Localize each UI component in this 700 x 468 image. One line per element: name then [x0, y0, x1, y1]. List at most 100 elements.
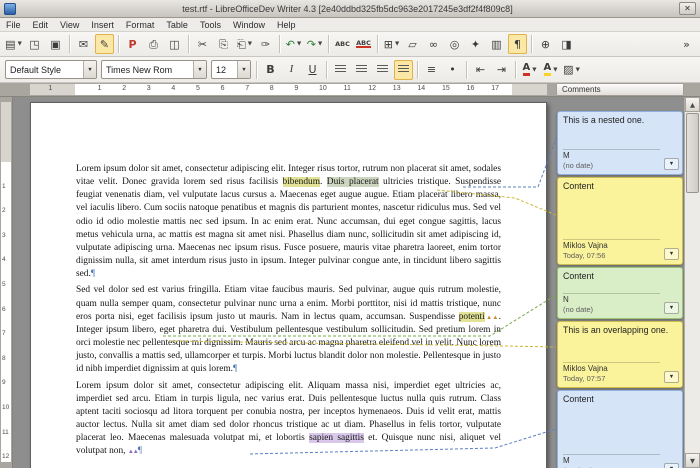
save-button[interactable]: ▣: [46, 34, 65, 54]
redo-button[interactable]: ↷▼: [305, 34, 324, 54]
chevron-down-icon[interactable]: ▼: [395, 41, 399, 47]
chevron-down-icon[interactable]: ▼: [248, 41, 252, 47]
chevron-down-icon[interactable]: ▼: [532, 67, 536, 73]
comment-anchor-marker[interactable]: ▲▲: [128, 449, 138, 455]
zoom-button[interactable]: ⊕: [536, 34, 555, 54]
gallery-button[interactable]: ▥: [487, 34, 506, 54]
font-size-combo[interactable]: 12 ▼: [211, 60, 251, 79]
comment-text[interactable]: This is a nested one.: [563, 115, 677, 125]
show-draw-functions-button[interactable]: ▱: [403, 34, 422, 54]
undo-button[interactable]: ↶▼: [284, 34, 303, 54]
find-and-replace-icon: ◎: [450, 39, 460, 50]
chevron-down-icon[interactable]: ▼: [318, 41, 322, 47]
highlighting-color-button[interactable]: A▼: [541, 60, 560, 80]
bullet-list-button[interactable]: •: [443, 60, 462, 80]
align-right-button[interactable]: [373, 60, 392, 80]
comment-text[interactable]: Content: [563, 271, 677, 281]
cut-button[interactable]: ✂: [193, 34, 212, 54]
comment-anchor-highlight[interactable]: potenti: [459, 312, 485, 322]
numbered-list-button[interactable]: ≡: [422, 60, 441, 80]
comment-anchor-highlight[interactable]: Duis placerat: [327, 177, 379, 187]
comment-box[interactable]: This is an overlapping one.Miklos VajnaT…: [557, 321, 683, 388]
chevron-down-icon[interactable]: ▼: [237, 61, 250, 78]
toolbar-overflow-button[interactable]: »: [677, 34, 696, 54]
hyperlink-button[interactable]: ∞: [424, 34, 443, 54]
menu-view[interactable]: View: [54, 18, 85, 31]
comment-menu-button[interactable]: ▼: [664, 463, 679, 468]
comment-box[interactable]: ContentM(no date)▼: [557, 390, 683, 468]
menu-file[interactable]: File: [0, 18, 27, 31]
underline-button[interactable]: U: [303, 60, 322, 80]
comment-menu-button[interactable]: ▼: [664, 248, 679, 260]
new-document-button[interactable]: ▤▼: [4, 34, 23, 54]
comment-text[interactable]: This is an overlapping one.: [563, 325, 677, 335]
increase-indent-button[interactable]: ⇥: [492, 60, 511, 80]
comment-anchor-highlight[interactable]: sapien sagittis: [309, 433, 364, 443]
ruler-number: 10: [2, 404, 9, 411]
comments-toggle-button[interactable]: Comments: [556, 83, 684, 96]
export-pdf-button[interactable]: P: [123, 34, 142, 54]
scrollbar-thumb[interactable]: [686, 113, 699, 193]
chevron-down-icon[interactable]: ▼: [18, 41, 22, 47]
document-text[interactable]: Lorem ipsum dolor sit amet, consectetur …: [31, 103, 546, 458]
clone-formatting-button[interactable]: ✑: [256, 34, 275, 54]
menu-help[interactable]: Help: [271, 18, 302, 31]
comment-box[interactable]: ContentMiklos VajnaToday, 07:56▼: [557, 177, 683, 265]
align-justify-button[interactable]: [394, 60, 413, 80]
comment-anchor-highlight[interactable]: bibendum: [283, 177, 321, 187]
background-color-button[interactable]: ▨▼: [562, 60, 581, 80]
toolbar-separator: [69, 35, 70, 53]
print-button[interactable]: ⎙: [144, 34, 163, 54]
align-center-button[interactable]: [352, 60, 371, 80]
auto-spellcheck-button[interactable]: ABC: [354, 34, 373, 54]
insert-table-button[interactable]: ⊞▼: [382, 34, 401, 54]
spelling-button[interactable]: ABC: [333, 34, 352, 54]
vertical-scrollbar[interactable]: ▲ ▼: [684, 97, 700, 468]
comment-menu-button[interactable]: ▼: [664, 158, 679, 170]
menu-table[interactable]: Table: [160, 18, 194, 31]
edit-mode-button[interactable]: ✎: [95, 34, 114, 54]
chevron-down-icon[interactable]: ▼: [576, 67, 580, 73]
decrease-indent-button[interactable]: ⇤: [471, 60, 490, 80]
chevron-down-icon[interactable]: ▼: [193, 61, 206, 78]
paragraph[interactable]: Sed vel dolor sed est varius fringilla. …: [76, 284, 501, 376]
paragraph-style-combo[interactable]: Default Style ▼: [5, 60, 97, 79]
paragraph[interactable]: Lorem ipsum dolor sit amet, consectetur …: [76, 163, 501, 281]
close-button[interactable]: ✕: [679, 2, 696, 15]
horizontal-ruler[interactable]: 12345678910111213141516171 Comments: [0, 83, 700, 97]
page[interactable]: Lorem ipsum dolor sit amet, consectetur …: [30, 102, 547, 468]
align-left-button[interactable]: [331, 60, 350, 80]
chevron-down-icon[interactable]: ▼: [297, 41, 301, 47]
font-color-button[interactable]: A▼: [520, 60, 539, 80]
comment-box[interactable]: ContentN(no date)▼: [557, 267, 683, 319]
open-button[interactable]: ◳: [25, 34, 44, 54]
navigator-button[interactable]: ✦: [466, 34, 485, 54]
comment-menu-button[interactable]: ▼: [664, 302, 679, 314]
paragraph[interactable]: Lorem ipsum dolor sit amet, consectetur …: [76, 380, 501, 459]
menu-format[interactable]: Format: [120, 18, 161, 31]
chevron-down-icon[interactable]: ▼: [553, 67, 557, 73]
italic-button[interactable]: I: [282, 60, 301, 80]
menu-insert[interactable]: Insert: [85, 18, 120, 31]
comment-box[interactable]: This is a nested one.M(no date)▼: [557, 111, 683, 175]
page-preview-button[interactable]: ◫: [165, 34, 184, 54]
font-name-combo[interactable]: Times New Rom ▼: [101, 60, 207, 79]
copy-button[interactable]: ⎘: [214, 34, 233, 54]
paste-button[interactable]: ⎗▼: [235, 34, 254, 54]
email-document-button[interactable]: ✉: [74, 34, 93, 54]
comment-anchor-marker[interactable]: ▲▲: [485, 315, 499, 321]
comment-text[interactable]: Content: [563, 394, 677, 404]
scroll-up-icon[interactable]: ▲: [685, 97, 700, 112]
menu-edit[interactable]: Edit: [27, 18, 55, 31]
comment-menu-button[interactable]: ▼: [664, 371, 679, 383]
vertical-ruler[interactable]: 123456789101112: [0, 97, 13, 468]
formatting-marks-button[interactable]: ¶: [508, 34, 527, 54]
bold-button[interactable]: B: [261, 60, 280, 80]
menu-tools[interactable]: Tools: [194, 18, 227, 31]
menu-window[interactable]: Window: [227, 18, 271, 31]
comment-text[interactable]: Content: [563, 181, 677, 191]
find-and-replace-button[interactable]: ◎: [445, 34, 464, 54]
sidebar-button[interactable]: ◨: [557, 34, 576, 54]
scroll-down-icon[interactable]: ▼: [685, 453, 700, 468]
chevron-down-icon[interactable]: ▼: [83, 61, 96, 78]
